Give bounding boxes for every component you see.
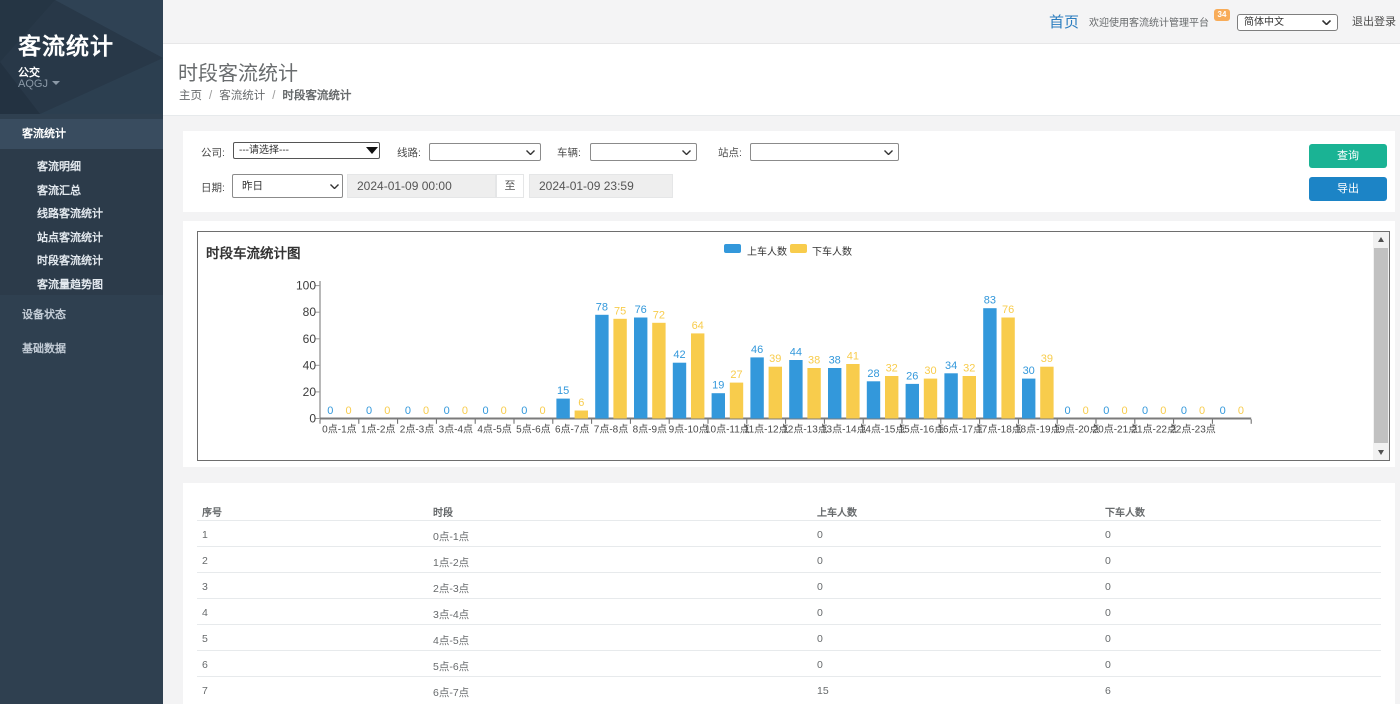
svg-text:0: 0 bbox=[1181, 405, 1187, 417]
svg-text:46: 46 bbox=[751, 344, 763, 356]
svg-text:6: 6 bbox=[578, 397, 584, 409]
svg-text:0: 0 bbox=[384, 405, 390, 417]
svg-text:0: 0 bbox=[539, 405, 545, 417]
svg-text:5点-6点: 5点-6点 bbox=[516, 423, 550, 435]
svg-text:0: 0 bbox=[366, 405, 372, 417]
svg-text:75: 75 bbox=[614, 305, 626, 317]
svg-text:9点-10点: 9点-10点 bbox=[669, 423, 709, 435]
svg-text:76: 76 bbox=[635, 304, 647, 316]
svg-text:0点-1点: 0点-1点 bbox=[322, 423, 356, 435]
svg-text:30: 30 bbox=[1023, 365, 1035, 377]
svg-text:0: 0 bbox=[1199, 405, 1205, 417]
svg-text:4点-5点: 4点-5点 bbox=[477, 423, 511, 435]
svg-text:0: 0 bbox=[1142, 405, 1148, 417]
svg-text:76: 76 bbox=[1002, 304, 1014, 316]
svg-text:0: 0 bbox=[482, 405, 488, 417]
svg-text:2点-3点: 2点-3点 bbox=[400, 423, 434, 435]
svg-text:100: 100 bbox=[296, 279, 316, 293]
svg-text:0: 0 bbox=[1103, 405, 1109, 417]
svg-text:40: 40 bbox=[303, 358, 317, 372]
svg-text:26: 26 bbox=[906, 370, 918, 382]
svg-text:0: 0 bbox=[1064, 405, 1070, 417]
svg-text:32: 32 bbox=[963, 363, 975, 375]
svg-text:34: 34 bbox=[945, 360, 957, 372]
svg-text:44: 44 bbox=[790, 347, 802, 359]
svg-text:27: 27 bbox=[730, 369, 742, 381]
svg-text:1点-2点: 1点-2点 bbox=[361, 423, 395, 435]
svg-text:38: 38 bbox=[808, 355, 820, 367]
svg-text:20: 20 bbox=[303, 385, 317, 399]
svg-text:0: 0 bbox=[345, 405, 351, 417]
svg-text:42: 42 bbox=[673, 349, 685, 361]
svg-text:78: 78 bbox=[596, 301, 608, 313]
svg-text:0: 0 bbox=[444, 405, 450, 417]
svg-text:39: 39 bbox=[769, 353, 781, 365]
svg-text:7点-8点: 7点-8点 bbox=[594, 423, 628, 435]
svg-text:0: 0 bbox=[309, 412, 316, 426]
svg-text:64: 64 bbox=[692, 320, 704, 332]
svg-text:6点-7点: 6点-7点 bbox=[555, 423, 589, 435]
svg-text:0: 0 bbox=[462, 405, 468, 417]
svg-text:0: 0 bbox=[327, 405, 333, 417]
svg-text:60: 60 bbox=[303, 332, 317, 346]
svg-text:80: 80 bbox=[303, 305, 317, 319]
svg-text:0: 0 bbox=[1160, 405, 1166, 417]
svg-text:15: 15 bbox=[557, 385, 569, 397]
svg-text:0: 0 bbox=[1121, 405, 1127, 417]
svg-text:19: 19 bbox=[712, 380, 724, 392]
svg-text:28: 28 bbox=[867, 368, 879, 380]
svg-text:38: 38 bbox=[829, 355, 841, 367]
svg-text:32: 32 bbox=[886, 363, 898, 375]
svg-text:0: 0 bbox=[423, 405, 429, 417]
svg-text:0: 0 bbox=[521, 405, 527, 417]
svg-text:0: 0 bbox=[1220, 405, 1226, 417]
svg-text:22点-23点: 22点-23点 bbox=[1170, 423, 1216, 435]
svg-text:8点-9点: 8点-9点 bbox=[633, 423, 667, 435]
svg-text:0: 0 bbox=[501, 405, 507, 417]
svg-text:3点-4点: 3点-4点 bbox=[439, 423, 473, 435]
svg-text:0: 0 bbox=[1083, 405, 1089, 417]
svg-text:72: 72 bbox=[653, 309, 665, 321]
svg-text:39: 39 bbox=[1041, 353, 1053, 365]
svg-text:0: 0 bbox=[1238, 405, 1244, 417]
svg-text:83: 83 bbox=[984, 295, 996, 307]
svg-text:0: 0 bbox=[405, 405, 411, 417]
svg-text:41: 41 bbox=[847, 351, 859, 363]
svg-text:30: 30 bbox=[924, 365, 936, 377]
